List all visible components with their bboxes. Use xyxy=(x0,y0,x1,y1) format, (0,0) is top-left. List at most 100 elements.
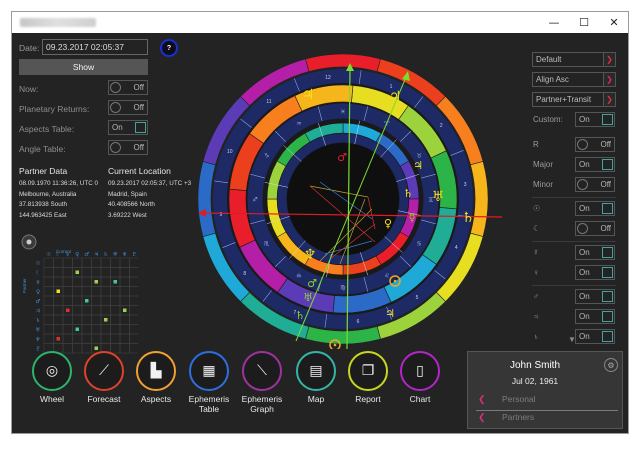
dropdown-default[interactable]: Default ❯ xyxy=(532,52,616,67)
planet-toggle[interactable]: On xyxy=(575,245,615,260)
custom-toggle[interactable]: On xyxy=(575,112,615,127)
aspect-grid-cell[interactable] xyxy=(119,295,130,306)
aspect-grid-cell[interactable] xyxy=(72,333,83,344)
aspect-grid-cell[interactable] xyxy=(62,324,73,335)
aspect-grid-cell[interactable] xyxy=(72,295,83,306)
aspect-grid-cell[interactable] xyxy=(91,267,102,278)
aspect-grid-cell[interactable] xyxy=(62,286,73,297)
aspect-grid-cell[interactable] xyxy=(81,267,92,278)
aspect-grid-cell[interactable] xyxy=(43,333,54,344)
aspect-grid-cell[interactable] xyxy=(129,305,139,316)
aspect-grid-cell[interactable] xyxy=(81,276,92,287)
aspect-grid-cell[interactable] xyxy=(72,305,83,316)
maximize-button[interactable]: ☐ xyxy=(569,12,599,33)
nav-forecast-button[interactable]: ⟋ Forecast xyxy=(78,351,130,405)
aspect-grid-cell[interactable] xyxy=(100,286,111,297)
aspect-grid-cell[interactable] xyxy=(43,295,54,306)
aspect-grid-cell[interactable] xyxy=(62,333,73,344)
aspect-grid-cell[interactable] xyxy=(100,276,111,287)
planet-toggle[interactable]: Off xyxy=(575,221,615,236)
settings-gear-icon[interactable]: ⚙ xyxy=(604,358,618,372)
aspect-grid-cell[interactable] xyxy=(62,257,73,268)
aspect-grid-cell[interactable] xyxy=(53,324,64,335)
aspect-grid-cell[interactable] xyxy=(72,286,83,297)
aspect-grid-cell[interactable] xyxy=(91,333,102,344)
planet-toggle[interactable]: On xyxy=(575,329,615,344)
profile-row-personal[interactable]: ❮ Personal xyxy=(476,394,618,411)
aspect-grid-cell[interactable] xyxy=(110,286,121,297)
planet-toggle[interactable]: Off xyxy=(575,137,615,152)
aspect-grid-cell[interactable] xyxy=(119,276,130,287)
aspect-grid-cell[interactable] xyxy=(43,324,54,335)
aspect-grid-cell[interactable] xyxy=(119,333,130,344)
planet-toggle[interactable]: On xyxy=(575,289,615,304)
aspect-grid-cell[interactable] xyxy=(100,267,111,278)
planet-toggle[interactable]: On xyxy=(575,309,615,324)
aspect-grid-cell[interactable] xyxy=(81,314,92,325)
aspect-grid-cell[interactable] xyxy=(129,276,139,287)
aspect-grid-cell[interactable] xyxy=(129,267,139,278)
astrology-chart-wheel[interactable]: 123456789101112 ♈♉♊♋♌♍♎♏♐♑♒♓ ♃♃♄♅♆♂♃♄☿♀♅… xyxy=(190,49,510,349)
aspect-grid-cell[interactable] xyxy=(53,314,64,325)
aspect-grid-cell[interactable] xyxy=(119,286,130,297)
aspect-grid-cell[interactable] xyxy=(91,324,102,335)
aspect-grid-cell[interactable] xyxy=(119,257,130,268)
aspect-grid-cell[interactable] xyxy=(43,305,54,316)
now-toggle[interactable]: Off xyxy=(108,80,148,95)
aspect-grid-cell[interactable] xyxy=(72,314,83,325)
aspect-grid-cell[interactable] xyxy=(110,333,121,344)
aspect-grid-cell[interactable] xyxy=(43,257,54,268)
aspect-grid-cell[interactable] xyxy=(53,257,64,268)
aspect-grid-cell[interactable] xyxy=(129,257,139,268)
aspect-grid-cell[interactable] xyxy=(91,314,102,325)
aspect-grid-cell[interactable] xyxy=(81,333,92,344)
show-button[interactable]: Show xyxy=(19,59,148,75)
nav-report-button[interactable]: ❐ Report xyxy=(342,351,394,405)
aspect-grid-cell[interactable] xyxy=(119,324,130,335)
aspect-grid-cell[interactable] xyxy=(91,286,102,297)
planet-toggle[interactable]: On xyxy=(575,265,615,280)
nav-map-button[interactable]: ▤ Map xyxy=(290,351,342,405)
aspect-grid-cell[interactable] xyxy=(110,257,121,268)
aspect-grid-cell[interactable] xyxy=(119,267,130,278)
aspect-grid-cell[interactable] xyxy=(62,276,73,287)
aspect-grid-cell[interactable] xyxy=(53,295,64,306)
aspect-grid-cell[interactable] xyxy=(81,257,92,268)
aspect-grid-cell[interactable] xyxy=(100,257,111,268)
aspect-grid-cell[interactable] xyxy=(100,324,111,335)
aspect-grid-cell[interactable] xyxy=(100,333,111,344)
aspect-grid-cell[interactable] xyxy=(43,286,54,297)
nav-aspects-button[interactable]: ▙ Aspects xyxy=(130,351,182,405)
aspect-grid-cell[interactable] xyxy=(53,305,64,316)
aspect-grid-cell[interactable] xyxy=(43,314,54,325)
aspect-grid-cell[interactable] xyxy=(62,267,73,278)
planet-toggle[interactable]: On xyxy=(575,201,615,216)
aspect-grid-cell[interactable] xyxy=(53,276,64,287)
profile-row-partners[interactable]: ❮ Partners xyxy=(476,412,618,429)
nav-ephemeris-table-button[interactable]: ▦ Ephemeris Table xyxy=(183,351,235,414)
aspect-grid-cell[interactable] xyxy=(129,324,139,335)
planetary-returns-toggle[interactable]: Off xyxy=(108,100,148,115)
aspect-grid-cell[interactable] xyxy=(110,295,121,306)
aspect-grid-cell[interactable] xyxy=(100,295,111,306)
nav-chart-button[interactable]: ▯ Chart xyxy=(394,351,446,405)
dropdown-align-asc[interactable]: Align Asc ❯ xyxy=(532,72,616,87)
aspect-grid-cell[interactable] xyxy=(81,286,92,297)
planet-toggle[interactable]: On xyxy=(575,157,615,172)
profile-card[interactable]: John Smith Jul 02, 1961 ⚙ ❮ Personal ❮ Par… xyxy=(467,351,623,429)
aspect-grid-cell[interactable] xyxy=(53,267,64,278)
aspect-grid-cell[interactable] xyxy=(119,314,130,325)
aspect-grid-cell[interactable] xyxy=(81,324,92,335)
aspect-grid-cell[interactable] xyxy=(110,267,121,278)
aspect-grid-cell[interactable] xyxy=(129,333,139,344)
aspect-grid-cell[interactable] xyxy=(100,305,111,316)
nav-ephemeris-graph-button[interactable]: ⟍ Ephemeris Graph xyxy=(236,351,288,414)
aspect-grid-cell[interactable] xyxy=(91,305,102,316)
aspect-grid-cell[interactable] xyxy=(129,295,139,306)
aspect-grid-cell[interactable] xyxy=(110,324,121,335)
aspect-grid-cell[interactable] xyxy=(91,295,102,306)
aspect-grid-cell[interactable] xyxy=(62,295,73,306)
aspect-grid-cell[interactable] xyxy=(62,314,73,325)
date-input[interactable]: 09.23.2017 02:05:37 xyxy=(42,39,148,55)
nav-wheel-button[interactable]: ◎ Wheel xyxy=(26,351,78,405)
